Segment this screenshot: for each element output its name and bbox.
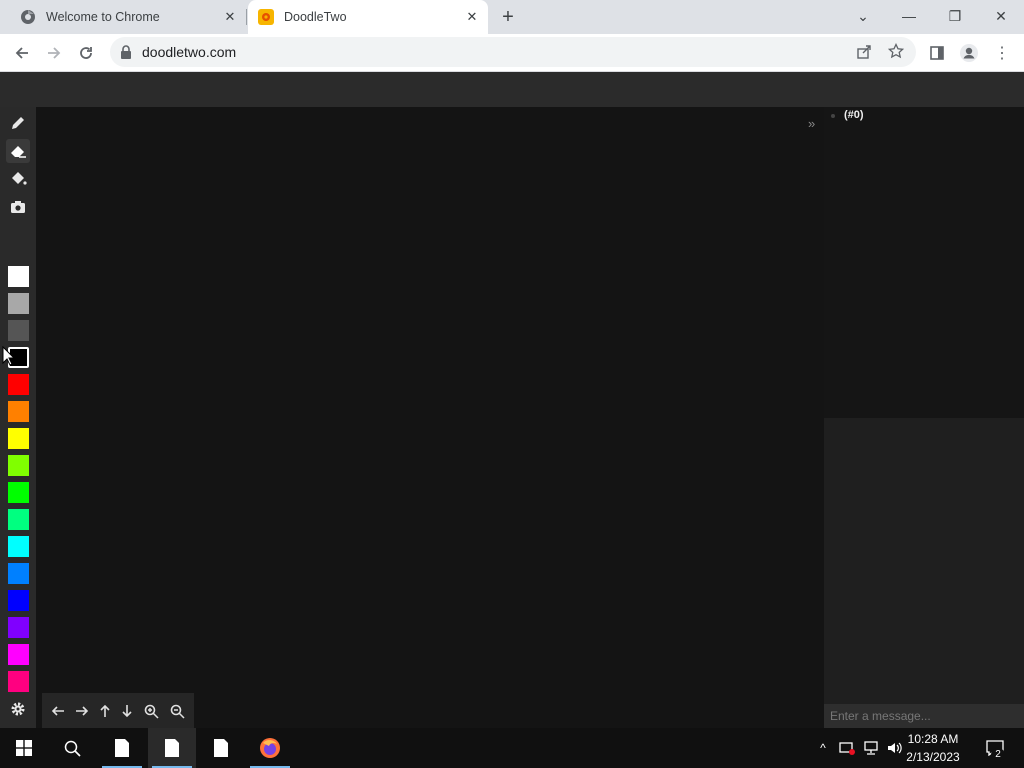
canvas-nav-controls <box>42 693 194 728</box>
tab-title: DoodleTwo <box>284 10 347 24</box>
user-list-panel <box>824 107 1024 418</box>
taskbar-app-file-1[interactable] <box>98 728 146 768</box>
zoom-out-icon[interactable] <box>168 702 186 720</box>
tab-doodletwo[interactable]: DoodleTwo ✕ <box>248 0 488 34</box>
windows-taskbar: ^ 10:28 AM 2/13/2023 2 <box>0 728 1024 768</box>
close-window-button[interactable]: ✕ <box>978 0 1024 32</box>
restore-button[interactable]: ❐ <box>932 0 978 32</box>
tab-title: Welcome to Chrome <box>46 10 160 24</box>
profile-avatar-icon[interactable] <box>956 40 982 66</box>
color-swatch-green[interactable] <box>8 482 29 503</box>
notification-count-badge: 2 <box>991 748 1005 762</box>
eraser-icon[interactable] <box>6 139 30 163</box>
close-tab-icon[interactable]: ✕ <box>464 9 480 25</box>
url-text: doodletwo.com <box>142 44 237 60</box>
taskbar-app-file-3[interactable] <box>197 728 245 768</box>
doodletwo-favicon <box>258 9 274 25</box>
app-topbar <box>0 72 1024 107</box>
paint-bucket-icon[interactable] <box>6 167 30 191</box>
settings-gear-icon[interactable] <box>6 697 30 721</box>
tab-search-icon[interactable]: ⌄ <box>840 0 886 32</box>
color-swatch-dark-gray[interactable] <box>8 320 29 341</box>
collapse-panel-button[interactable]: » <box>808 116 822 134</box>
clock-date: 2/13/2023 <box>906 750 960 764</box>
chrome-icon <box>20 9 36 25</box>
lock-icon[interactable] <box>120 45 132 64</box>
network-icon[interactable] <box>862 739 880 757</box>
color-swatch-red[interactable] <box>8 374 29 395</box>
arrow-up-icon[interactable] <box>96 702 114 720</box>
security-icon[interactable] <box>838 739 856 757</box>
arrow-right-icon[interactable] <box>73 702 91 720</box>
color-swatch-orange[interactable] <box>8 401 29 422</box>
color-swatch-light-gray[interactable] <box>8 293 29 314</box>
browser-toolbar: doodletwo.com ⋮ <box>0 34 1024 72</box>
clock-time: 10:28 AM <box>907 732 959 746</box>
firefox-icon[interactable] <box>246 728 294 768</box>
pencil-icon[interactable] <box>6 111 30 135</box>
arrow-down-icon[interactable] <box>118 702 136 720</box>
share-icon[interactable] <box>856 44 872 65</box>
tab-separator <box>246 9 247 25</box>
color-swatch-blue[interactable] <box>8 590 29 611</box>
tab-strip: Welcome to Chrome ✕ DoodleTwo ✕ + ⌄ — ❐ … <box>0 0 1024 34</box>
chat-messages <box>824 418 1024 704</box>
menu-kebab-icon[interactable]: ⋮ <box>989 40 1015 66</box>
zoom-in-icon[interactable] <box>142 702 160 720</box>
color-swatch-azure[interactable] <box>8 563 29 584</box>
back-icon[interactable] <box>9 40 35 66</box>
address-bar[interactable]: doodletwo.com <box>110 37 916 67</box>
search-icon[interactable] <box>48 728 96 768</box>
bookmark-star-icon[interactable] <box>887 42 905 64</box>
color-swatch-spring-green[interactable] <box>8 509 29 530</box>
user-label: (#0) <box>844 109 864 121</box>
user-status-dot <box>831 114 835 118</box>
color-swatch-rose[interactable] <box>8 671 29 692</box>
camera-icon[interactable] <box>6 195 30 219</box>
windows-start-icon[interactable] <box>0 728 48 768</box>
drawing-canvas[interactable] <box>36 107 824 728</box>
color-swatch-lime[interactable] <box>8 455 29 476</box>
show-hidden-icons-chevron-icon[interactable]: ^ <box>814 739 832 757</box>
chat-message-input[interactable] <box>824 704 1024 728</box>
color-swatch-white[interactable] <box>8 266 29 287</box>
color-swatch-cyan[interactable] <box>8 536 29 557</box>
tool-sidebar <box>0 107 36 728</box>
color-swatch-magenta[interactable] <box>8 644 29 665</box>
system-clock[interactable]: 10:28 AM 2/13/2023 <box>898 730 968 766</box>
tab-welcome-to-chrome[interactable]: Welcome to Chrome ✕ <box>2 0 246 34</box>
arrow-left-icon[interactable] <box>49 702 67 720</box>
reload-icon[interactable] <box>73 40 99 66</box>
forward-icon[interactable] <box>41 40 67 66</box>
new-tab-button[interactable]: + <box>496 5 520 29</box>
mouse-cursor <box>2 345 16 371</box>
side-panel-icon[interactable] <box>924 40 950 66</box>
color-swatch-violet[interactable] <box>8 617 29 638</box>
color-swatch-yellow[interactable] <box>8 428 29 449</box>
taskbar-app-file-2[interactable] <box>148 728 196 768</box>
close-tab-icon[interactable]: ✕ <box>222 9 238 25</box>
minimize-button[interactable]: — <box>886 0 932 32</box>
